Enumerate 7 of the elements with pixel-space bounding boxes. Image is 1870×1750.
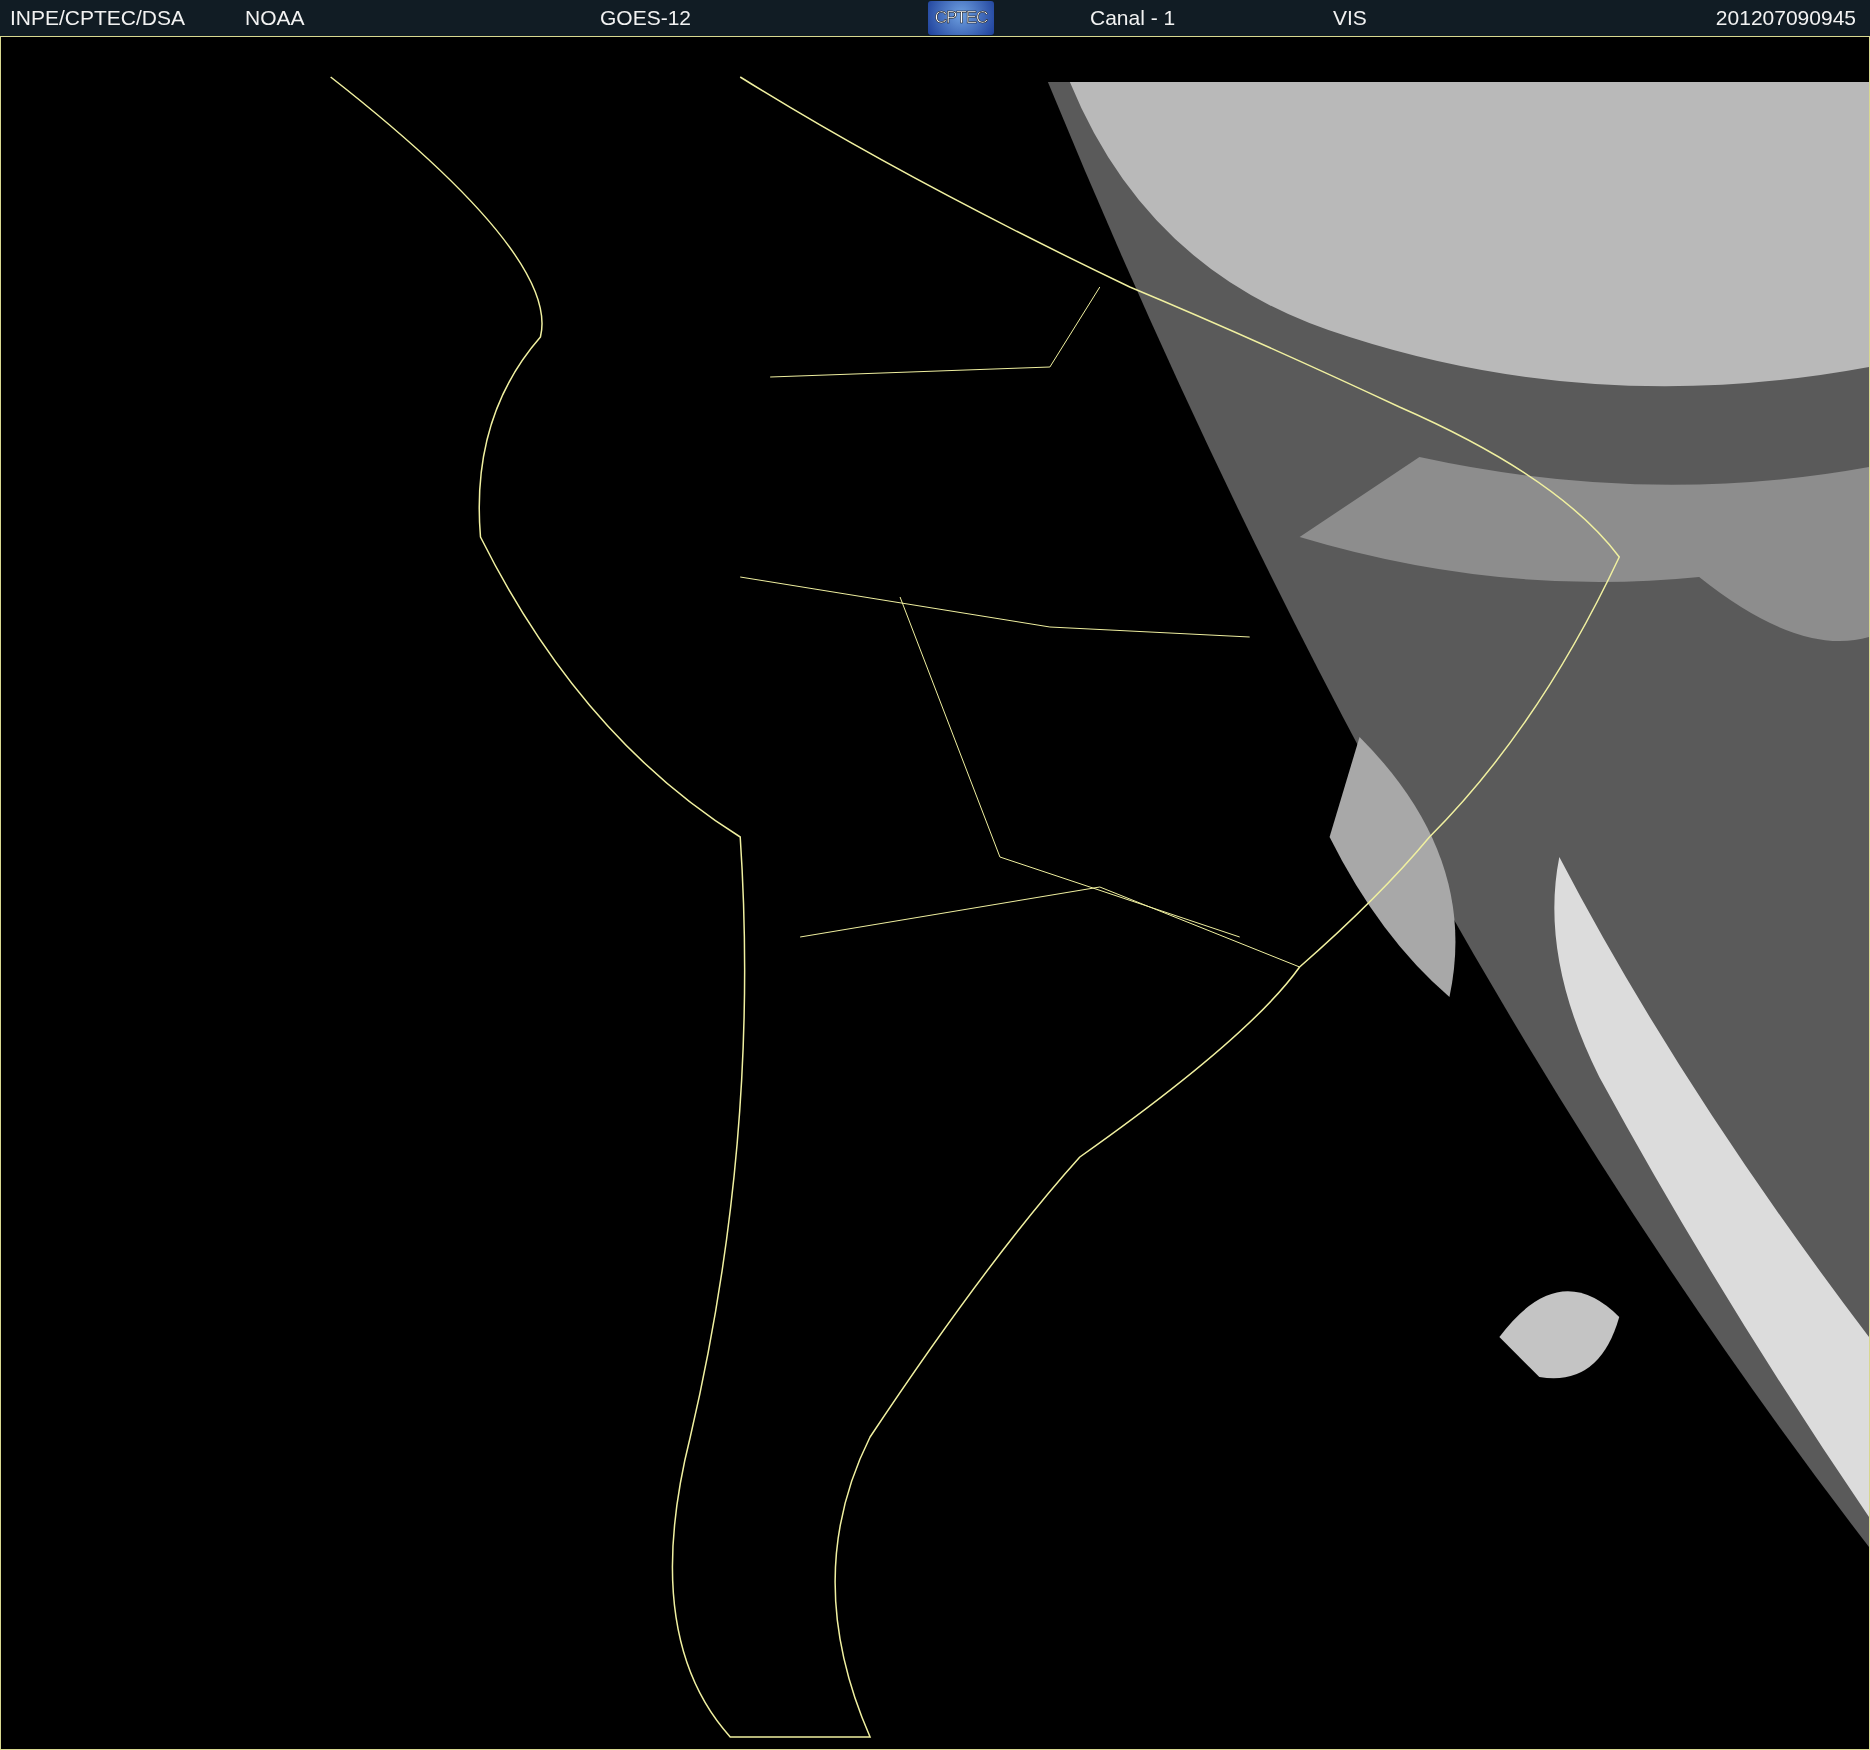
header-label: Canal - 1 (1090, 6, 1176, 30)
logo: CPTEC (928, 1, 994, 35)
header-label: GOES-12 (600, 6, 692, 30)
header-label: INPE/CPTEC/DSA (10, 6, 186, 30)
header-label: 201207090945 (1715, 6, 1856, 30)
header-label: NOAA (245, 6, 305, 30)
header-label: VIS (1333, 6, 1367, 30)
